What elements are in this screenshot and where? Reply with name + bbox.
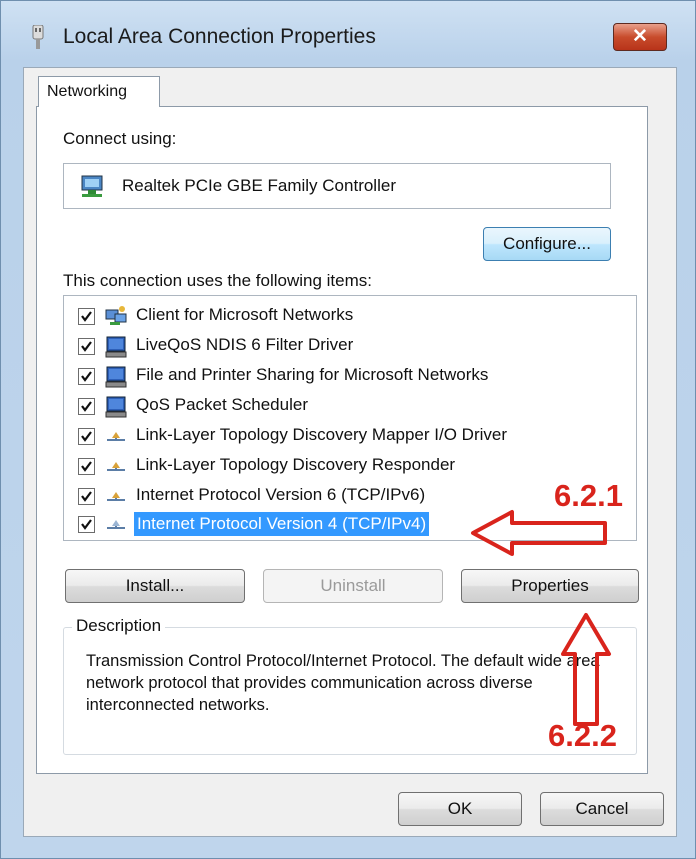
checkmark-icon <box>81 341 92 352</box>
list-item[interactable]: Client for Microsoft Networks <box>64 302 624 332</box>
close-button[interactable]: ✕ <box>613 23 667 51</box>
annotation-step-2: 6.2.2 <box>548 718 617 753</box>
description-text: Transmission Control Protocol/Internet P… <box>86 652 600 714</box>
item-label: LiveQoS NDIS 6 Filter Driver <box>136 335 354 354</box>
uninstall-button[interactable]: Uninstall <box>263 569 443 603</box>
list-item[interactable]: QoS Packet Scheduler <box>64 392 624 422</box>
item-checkbox[interactable] <box>78 516 95 533</box>
item-checkbox[interactable] <box>78 368 95 385</box>
network-card-icon <box>81 175 103 197</box>
list-item[interactable]: Link-Layer Topology Discovery Mapper I/O… <box>64 422 624 452</box>
checkmark-icon <box>81 491 92 502</box>
protocol-icon <box>107 432 125 441</box>
items-label: This connection uses the following items… <box>63 271 372 290</box>
left-arrow-icon <box>471 510 607 556</box>
checkmark-icon <box>81 431 92 442</box>
list-item[interactable]: File and Printer Sharing for Microsoft N… <box>64 362 624 392</box>
adapter-field: Realtek PCIe GBE Family Controller <box>63 163 611 209</box>
service-icon <box>105 336 127 358</box>
checkmark-icon <box>81 401 92 412</box>
network-client-icon <box>105 306 127 325</box>
close-icon: ✕ <box>632 26 648 47</box>
item-label: Internet Protocol Version 4 (TCP/IPv4) <box>134 512 430 536</box>
install-button[interactable]: Install... <box>65 569 245 603</box>
service-icon <box>105 366 127 388</box>
items-list[interactable]: Client for Microsoft Networks LiveQoS ND… <box>63 295 637 541</box>
tab-networking[interactable]: Networking <box>38 76 160 107</box>
connect-using-label: Connect using: <box>63 129 177 148</box>
item-checkbox[interactable] <box>78 428 95 445</box>
protocol-icon <box>107 492 125 501</box>
item-label: File and Printer Sharing for Microsoft N… <box>136 365 489 384</box>
service-icon <box>105 396 127 418</box>
checkmark-icon <box>81 461 92 472</box>
protocol-icon <box>107 520 125 529</box>
configure-button[interactable]: Configure... <box>483 227 611 261</box>
item-checkbox[interactable] <box>78 398 95 415</box>
list-item[interactable]: Link-Layer Topology Discovery Responder <box>64 452 624 482</box>
item-label: Client for Microsoft Networks <box>136 305 354 324</box>
checkmark-icon <box>81 519 92 530</box>
title-bar[interactable]: Local Area Connection Properties ✕ <box>1 1 695 71</box>
item-label: Link-Layer Topology Discovery Responder <box>136 455 456 474</box>
item-checkbox[interactable] <box>78 338 95 355</box>
description-legend: Description <box>72 616 166 636</box>
window-title: Local Area Connection Properties <box>63 25 376 48</box>
protocol-icon <box>107 462 125 471</box>
checkmark-icon <box>81 311 92 322</box>
adapter-name: Realtek PCIe GBE Family Controller <box>122 176 396 195</box>
item-label: Link-Layer Topology Discovery Mapper I/O… <box>136 425 507 444</box>
item-label: QoS Packet Scheduler <box>136 395 308 414</box>
checkmark-icon <box>81 371 92 382</box>
item-label: Internet Protocol Version 6 (TCP/IPv6) <box>136 485 426 504</box>
properties-button[interactable]: Properties <box>461 569 639 603</box>
list-item[interactable]: LiveQoS NDIS 6 Filter Driver <box>64 332 624 362</box>
up-arrow-icon <box>561 613 611 726</box>
network-adapter-icon <box>32 25 44 49</box>
item-checkbox[interactable] <box>78 488 95 505</box>
cancel-button[interactable]: Cancel <box>540 792 664 826</box>
item-checkbox[interactable] <box>78 308 95 325</box>
ok-button[interactable]: OK <box>398 792 522 826</box>
networking-panel: Connect using: Realtek PCIe GBE Family C… <box>36 106 648 774</box>
item-checkbox[interactable] <box>78 458 95 475</box>
